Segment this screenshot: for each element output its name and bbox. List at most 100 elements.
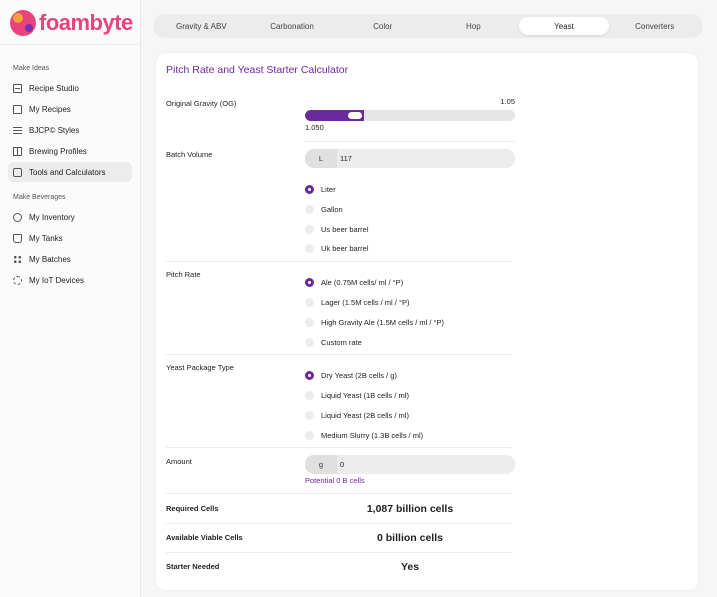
radio-selected-icon	[305, 370, 314, 380]
radio-label: Liquid Yeast (1B cells / ml)	[321, 390, 409, 400]
volume-option-uk-beer-barrel[interactable]: Uk beer barrel	[305, 241, 369, 255]
sidebar-item-my-inventory[interactable]: My Inventory	[8, 207, 132, 227]
package-option-liquid-yeast-2b[interactable]: Liquid Yeast (2B cells / ml)	[305, 408, 409, 422]
inventory-icon	[13, 212, 22, 222]
sidebar-item-my-batches[interactable]: My Batches	[8, 249, 132, 269]
foambyte-logo-icon	[10, 10, 36, 36]
radio-icon	[305, 430, 314, 440]
volume-option-gallon[interactable]: Gallon	[305, 202, 343, 216]
brand-logo[interactable]: foambyte	[10, 9, 133, 37]
batch-volume-unit: L	[305, 149, 337, 168]
sidebar-item-bjcp-styles[interactable]: BJCP© Styles	[8, 120, 132, 140]
pitch-option-high-gravity-ale[interactable]: High Gravity Ale (1.5M cells / ml / °P)	[305, 315, 444, 329]
divider	[166, 523, 512, 524]
pitch-rate-label: Pitch Rate	[166, 270, 201, 279]
radio-label: Liquid Yeast (2B cells / ml)	[321, 410, 409, 420]
og-value: 1.050	[305, 123, 324, 132]
og-slider[interactable]	[305, 110, 515, 121]
radio-icon	[305, 224, 314, 234]
sidebar-item-my-recipes[interactable]: My Recipes	[8, 99, 132, 119]
radio-label: Custom rate	[321, 337, 362, 347]
sidebar-item-label: Tools and Calculators	[29, 167, 106, 177]
divider	[166, 493, 512, 494]
divider	[166, 354, 512, 355]
radio-selected-icon	[305, 184, 314, 194]
divider	[305, 141, 515, 142]
radio-label: Dry Yeast (2B cells / g)	[321, 370, 397, 380]
sidebar-item-label: My Inventory	[29, 212, 75, 222]
potential-cells: Potential 0 B cells	[305, 476, 365, 485]
radio-label: Liter	[321, 184, 336, 194]
radio-label: Ale (0.75M cells/ ml / °P)	[321, 277, 404, 287]
tanks-icon	[13, 233, 22, 243]
tab-yeast[interactable]: Yeast	[518, 17, 610, 35]
sidebar-item-label: My Tanks	[29, 233, 63, 243]
radio-icon	[305, 390, 314, 400]
available-cells-label: Available Viable Cells	[166, 533, 243, 542]
radio-icon	[305, 204, 314, 214]
radio-icon	[305, 337, 314, 347]
profiles-icon	[13, 146, 22, 156]
sidebar-item-recipe-studio[interactable]: Recipe Studio	[8, 78, 132, 98]
sidebar-item-my-iot-devices[interactable]: My IoT Devices	[8, 270, 132, 290]
sidebar-item-label: BJCP© Styles	[29, 125, 80, 135]
divider	[166, 447, 512, 448]
volume-option-us-beer-barrel[interactable]: Us beer barrel	[305, 222, 369, 236]
package-option-dry-yeast[interactable]: Dry Yeast (2B cells / g)	[305, 368, 397, 382]
recipes-icon	[13, 104, 22, 114]
pitch-option-lager[interactable]: Lager (1.5M cells / ml / °P)	[305, 295, 409, 309]
amount-field[interactable]: g 0	[305, 455, 515, 474]
amount-input[interactable]: 0	[340, 460, 344, 469]
radio-label: Uk beer barrel	[321, 243, 369, 253]
pitch-rate-calculator-card: Pitch Rate and Yeast Starter Calculator …	[156, 53, 698, 590]
og-max-value: 1.05	[500, 97, 515, 106]
amount-unit: g	[305, 455, 337, 474]
radio-icon	[305, 317, 314, 327]
page-title: Pitch Rate and Yeast Starter Calculator	[166, 64, 349, 76]
pitch-option-ale[interactable]: Ale (0.75M cells/ ml / °P)	[305, 275, 403, 289]
tab-converters[interactable]: Converters	[609, 17, 700, 35]
og-label: Original Gravity (OG)	[166, 99, 237, 108]
available-cells-value: 0 billion cells	[377, 532, 443, 544]
sidebar-item-label: My Recipes	[29, 104, 71, 114]
iot-icon	[13, 275, 22, 285]
pitch-option-custom-rate[interactable]: Custom rate	[305, 335, 362, 349]
yeast-package-label: Yeast Package Type	[166, 363, 234, 372]
sidebar-item-label: Brewing Profiles	[29, 146, 87, 156]
sidebar-item-label: Recipe Studio	[29, 83, 79, 93]
calculator-tabs: Gravity & ABV Carbonation Color Hop Yeas…	[153, 14, 703, 38]
tab-carbonation[interactable]: Carbonation	[247, 17, 338, 35]
package-option-medium-slurry[interactable]: Medium Slurry (1.3B cells / ml)	[305, 428, 423, 442]
starter-needed-label: Starter Needed	[166, 562, 220, 571]
brand-name: foambyte	[39, 10, 133, 35]
sidebar-item-brewing-profiles[interactable]: Brewing Profiles	[8, 141, 132, 161]
starter-needed-value: Yes	[400, 561, 420, 573]
required-cells-label: Required Cells	[166, 504, 219, 513]
radio-label: Medium Slurry (1.3B cells / ml)	[321, 430, 424, 440]
divider	[166, 261, 512, 262]
sidebar-item-label: My Batches	[29, 254, 71, 264]
volume-option-liter[interactable]: Liter	[305, 182, 336, 196]
og-slider-thumb[interactable]	[348, 112, 362, 119]
tab-hop[interactable]: Hop	[428, 17, 519, 35]
sidebar-item-my-tanks[interactable]: My Tanks	[8, 228, 132, 248]
batch-volume-field[interactable]: L 117	[305, 149, 515, 168]
package-option-liquid-yeast-1b[interactable]: Liquid Yeast (1B cells / ml)	[305, 388, 409, 402]
tab-color[interactable]: Color	[337, 17, 428, 35]
radio-label: High Gravity Ale (1.5M cells / ml / °P)	[321, 317, 445, 327]
sidebar-item-tools-and-calculators[interactable]: Tools and Calculators	[8, 162, 132, 182]
batch-volume-input[interactable]: 117	[340, 154, 352, 163]
radio-label: Lager (1.5M cells / ml / °P)	[321, 297, 410, 307]
amount-label: Amount	[166, 457, 192, 466]
radio-icon	[305, 243, 314, 253]
radio-label: Gallon	[321, 204, 343, 214]
sidebar-divider	[0, 44, 140, 45]
required-cells-value: 1,087 billion cells	[366, 503, 454, 515]
tab-gravity-abv[interactable]: Gravity & ABV	[156, 17, 247, 35]
sidebar: foambyte Make Ideas Recipe Studio My Rec…	[0, 0, 141, 597]
sidebar-item-label: My IoT Devices	[29, 275, 84, 285]
batch-volume-label: Batch Volume	[166, 150, 213, 159]
radio-icon	[305, 297, 314, 307]
recipe-icon	[13, 83, 22, 93]
section-label-make-ideas: Make Ideas	[13, 65, 50, 72]
